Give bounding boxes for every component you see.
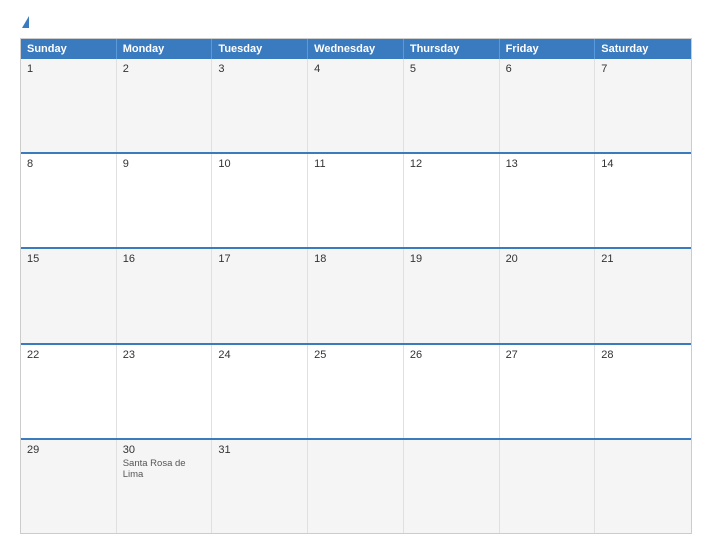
day-number: 6 — [506, 63, 589, 75]
day-number: 10 — [218, 158, 301, 170]
calendar-cell: 8 — [21, 154, 117, 247]
header-thursday: Thursday — [404, 39, 500, 59]
calendar-cell: 1 — [21, 59, 117, 152]
calendar-cell: 25 — [308, 345, 404, 438]
day-number: 16 — [123, 253, 206, 265]
day-number: 3 — [218, 63, 301, 75]
day-number: 31 — [218, 444, 301, 456]
day-number: 28 — [601, 349, 685, 361]
day-number: 18 — [314, 253, 397, 265]
calendar-week-3: 15 16 17 18 19 20 21 — [21, 247, 691, 342]
calendar-cell: 27 — [500, 345, 596, 438]
logo-triangle-icon — [22, 16, 29, 28]
calendar-cell: 13 — [500, 154, 596, 247]
calendar-cell: 7 — [595, 59, 691, 152]
calendar-cell: 15 — [21, 249, 117, 342]
calendar-week-5: 29 30 Santa Rosa de Lima 31 — [21, 438, 691, 533]
calendar-cell: 19 — [404, 249, 500, 342]
day-number: 5 — [410, 63, 493, 75]
calendar-cell: 26 — [404, 345, 500, 438]
calendar-week-2: 8 9 10 11 12 13 14 — [21, 152, 691, 247]
day-number: 24 — [218, 349, 301, 361]
header-tuesday: Tuesday — [212, 39, 308, 59]
day-number: 12 — [410, 158, 493, 170]
day-number: 9 — [123, 158, 206, 170]
day-number: 17 — [218, 253, 301, 265]
calendar-cell: 9 — [117, 154, 213, 247]
day-number: 23 — [123, 349, 206, 361]
calendar-cell: 30 Santa Rosa de Lima — [117, 440, 213, 533]
calendar-cell: 12 — [404, 154, 500, 247]
calendar-cell: 28 — [595, 345, 691, 438]
calendar-cell: 20 — [500, 249, 596, 342]
header-saturday: Saturday — [595, 39, 691, 59]
logo — [20, 16, 29, 28]
day-number: 14 — [601, 158, 685, 170]
calendar-cell: 3 — [212, 59, 308, 152]
header-wednesday: Wednesday — [308, 39, 404, 59]
day-number: 25 — [314, 349, 397, 361]
calendar-cell: 17 — [212, 249, 308, 342]
calendar-week-1: 1234567 — [21, 59, 691, 152]
day-number: 13 — [506, 158, 589, 170]
calendar-cell: 24 — [212, 345, 308, 438]
calendar-cell — [595, 440, 691, 533]
calendar-cell: 10 — [212, 154, 308, 247]
day-number: 20 — [506, 253, 589, 265]
calendar-cell: 29 — [21, 440, 117, 533]
header-sunday: Sunday — [21, 39, 117, 59]
page: Sunday Monday Tuesday Wednesday Thursday… — [0, 0, 712, 550]
calendar-header: Sunday Monday Tuesday Wednesday Thursday… — [21, 39, 691, 59]
calendar-cell: 4 — [308, 59, 404, 152]
day-number: 29 — [27, 444, 110, 456]
header — [20, 16, 692, 28]
day-number: 1 — [27, 63, 110, 75]
calendar-body: 1234567891011121314151617181920212223242… — [21, 59, 691, 533]
calendar-week-4: 22 23 24 25 26 27 28 — [21, 343, 691, 438]
calendar-cell: 16 — [117, 249, 213, 342]
header-friday: Friday — [500, 39, 596, 59]
day-number: 7 — [601, 63, 685, 75]
day-number: 22 — [27, 349, 110, 361]
day-number: 27 — [506, 349, 589, 361]
day-number: 4 — [314, 63, 397, 75]
calendar-cell: 11 — [308, 154, 404, 247]
calendar-cell: 5 — [404, 59, 500, 152]
calendar-cell — [404, 440, 500, 533]
holiday-label: Santa Rosa de Lima — [123, 458, 206, 481]
calendar-cell: 18 — [308, 249, 404, 342]
calendar: Sunday Monday Tuesday Wednesday Thursday… — [20, 38, 692, 534]
day-number: 30 — [123, 444, 206, 456]
header-monday: Monday — [117, 39, 213, 59]
calendar-cell: 31 — [212, 440, 308, 533]
day-number: 19 — [410, 253, 493, 265]
calendar-cell: 22 — [21, 345, 117, 438]
day-number: 26 — [410, 349, 493, 361]
calendar-cell: 2 — [117, 59, 213, 152]
day-number: 21 — [601, 253, 685, 265]
calendar-cell: 6 — [500, 59, 596, 152]
day-number: 8 — [27, 158, 110, 170]
calendar-cell: 21 — [595, 249, 691, 342]
day-number: 11 — [314, 158, 397, 170]
calendar-cell: 14 — [595, 154, 691, 247]
calendar-cell: 23 — [117, 345, 213, 438]
calendar-cell — [308, 440, 404, 533]
calendar-cell — [500, 440, 596, 533]
day-number: 15 — [27, 253, 110, 265]
day-number: 2 — [123, 63, 206, 75]
